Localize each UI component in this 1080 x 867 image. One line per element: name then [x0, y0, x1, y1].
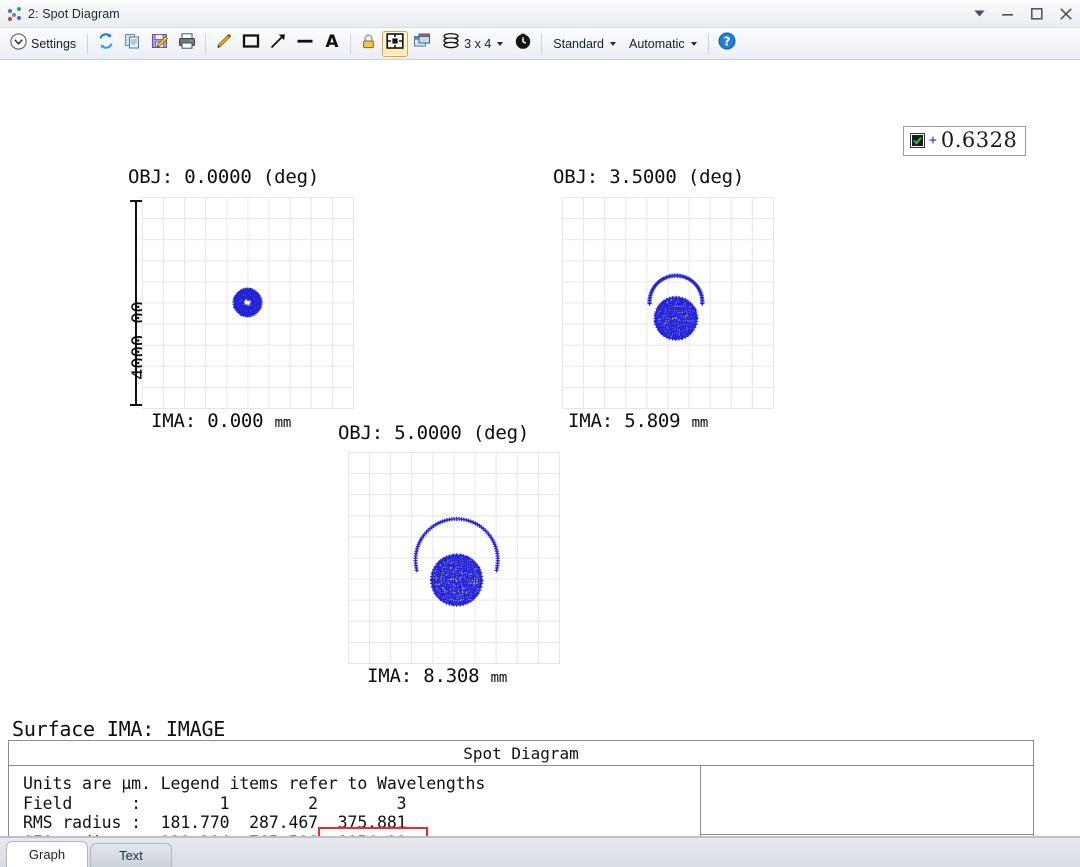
spot-diagram-window: 2: Spot Diagram Settin [0, 0, 1080, 867]
draw-line-button[interactable] [292, 31, 318, 57]
lock-button[interactable] [356, 31, 381, 57]
spot-diagram-icon [6, 5, 24, 23]
fit-window-icon [386, 32, 404, 55]
spot-cloud-field-3 [348, 452, 559, 663]
print-button[interactable] [174, 31, 200, 57]
toolbar-separator [205, 34, 206, 54]
info-line-rms-radius: RMS radius : 181.770 287.467 375.881 [23, 813, 700, 833]
style-dropdown-label: Standard [553, 37, 604, 51]
info-table-body: Units are µm. Legend items refer to Wave… [9, 766, 1033, 837]
tab-text[interactable]: Text [90, 843, 172, 867]
layers-icon [442, 32, 460, 55]
info-line-units: Units are µm. Legend items refer to Wave… [23, 774, 700, 794]
tab-text-label: Text [119, 848, 143, 863]
annotate-pencil-button[interactable] [211, 31, 237, 57]
text-a-icon: A [323, 32, 341, 55]
toolbar-separator [708, 34, 709, 54]
info-table-header: Spot Diagram [9, 741, 1033, 766]
scale-dropdown-label: Automatic [629, 37, 685, 51]
spot-diagram-canvas: + 0.6328 OBJ: 0.0000 (deg) 4000.00 IMA: [0, 60, 1080, 837]
info-table-right-cell: LENS.ZMX Configuration 1 of 1 [701, 766, 1033, 837]
title-bar: 2: Spot Diagram [0, 0, 1080, 28]
save-button[interactable] [147, 31, 173, 57]
plot-grid-field-3 [348, 452, 560, 664]
panel-footer-field-3: IMA: 8.308 mm [367, 665, 507, 687]
clock-icon [514, 32, 532, 55]
help-icon: ? [718, 32, 736, 55]
refresh-icon [97, 32, 115, 55]
lock-icon [360, 33, 377, 55]
chevron-down-icon[interactable] [497, 42, 503, 46]
panel-footer-value-field-3: 8.308 [423, 665, 479, 687]
graph-canvas-area: + 0.6328 OBJ: 0.0000 (deg) 4000.00 IMA: [0, 60, 1080, 837]
draw-rectangle-button[interactable] [238, 31, 264, 57]
help-button[interactable]: ? [714, 31, 740, 57]
add-text-button[interactable]: A [319, 31, 345, 57]
info-table-left-cell: Units are µm. Legend items refer to Wave… [9, 766, 701, 837]
dropdown-chevron-icon[interactable] [971, 6, 987, 22]
svg-text:A: A [326, 32, 340, 50]
panel-title-field-3: OBJ: 5.0000 (deg) [338, 422, 529, 444]
copy-button[interactable] [120, 31, 146, 57]
chevron-down-circle-icon [10, 33, 27, 55]
settings-label: Settings [31, 37, 76, 51]
close-icon[interactable] [1058, 6, 1074, 22]
tab-graph[interactable]: Graph [6, 841, 88, 867]
view-tabs: Graph Text [0, 837, 1080, 867]
save-icon [151, 32, 169, 55]
fit-window-button[interactable] [382, 31, 408, 57]
pencil-icon [215, 32, 233, 55]
info-right-spacer [701, 766, 1033, 835]
style-dropdown[interactable]: Standard [547, 31, 622, 57]
print-icon [178, 32, 196, 55]
info-line-field: Field : 1 2 3 [23, 794, 700, 814]
clock-button[interactable] [510, 31, 536, 57]
detach-window-button[interactable] [409, 31, 435, 57]
svg-text:?: ? [723, 34, 730, 49]
toolbar-separator [541, 34, 542, 54]
minimize-icon[interactable] [1000, 6, 1016, 22]
scale-dropdown[interactable]: Automatic [623, 31, 703, 57]
chevron-down-icon[interactable] [610, 42, 616, 46]
line-icon [296, 32, 314, 55]
panel-footer-unit-field-3: mm [491, 670, 507, 686]
draw-arrow-button[interactable] [265, 31, 291, 57]
refresh-button[interactable] [93, 31, 119, 57]
spot-diagram-info-table: Spot Diagram Units are µm. Legend items … [8, 740, 1034, 837]
window-controls [971, 0, 1074, 27]
chevron-down-icon[interactable] [691, 42, 697, 46]
detach-window-icon [413, 32, 431, 55]
toolbar: Settings [0, 28, 1080, 60]
rectangle-icon [242, 32, 260, 55]
copy-icon [124, 32, 142, 55]
toolbar-separator [87, 34, 88, 54]
spot-panel-field-3: OBJ: 5.0000 (deg) IMA: 8.308 mm [0, 60, 1080, 700]
window-title: 2: Spot Diagram [28, 7, 120, 21]
maximize-icon[interactable] [1029, 6, 1045, 22]
tab-graph-label: Graph [29, 847, 65, 862]
grid-size-label: 3 x 4 [464, 37, 491, 51]
arrow-icon [269, 32, 287, 55]
panel-footer-label-field-3: IMA: [367, 665, 412, 687]
grid-size-button[interactable]: 3 x 4 [436, 31, 509, 57]
surface-label: Surface IMA: IMAGE [12, 717, 225, 741]
settings-button[interactable]: Settings [4, 31, 82, 57]
toolbar-separator [350, 34, 351, 54]
